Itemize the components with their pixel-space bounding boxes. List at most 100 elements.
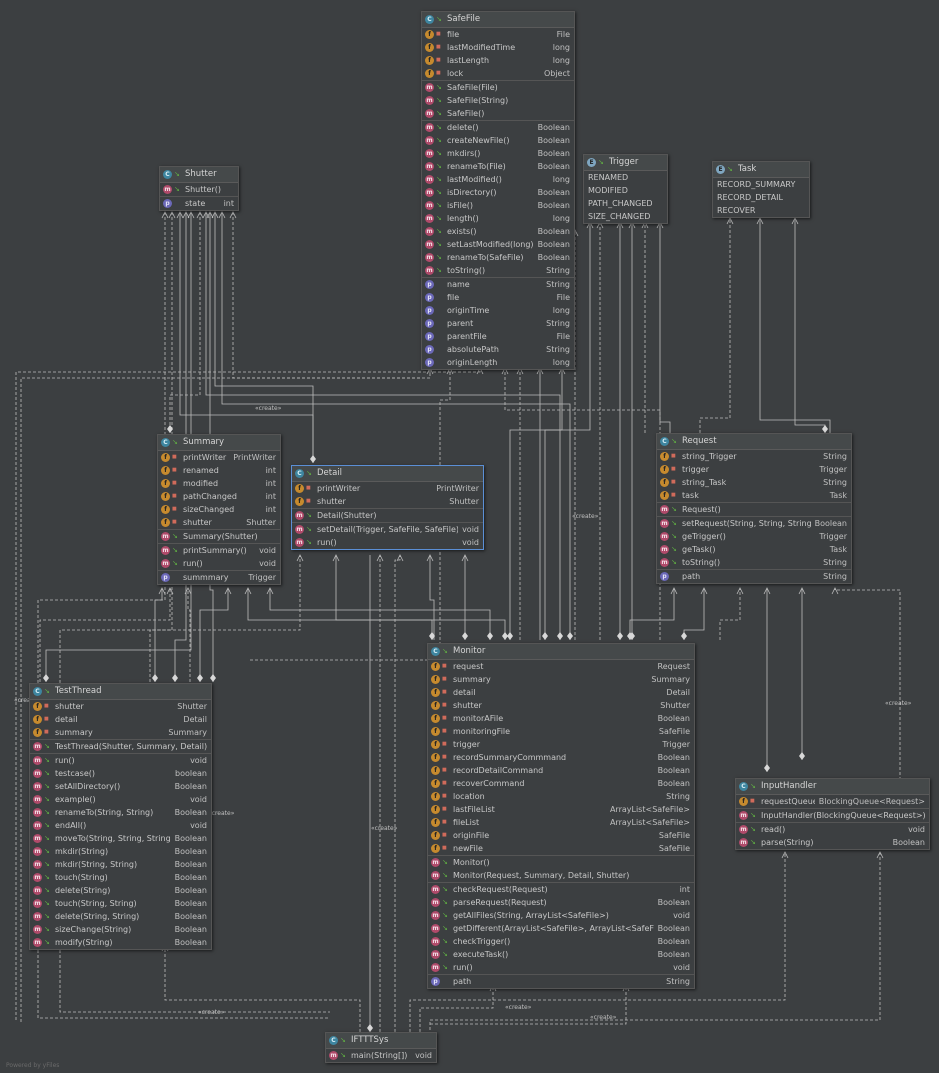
member-row[interactable]: f ■ monitoringFile SafeFile xyxy=(428,725,694,738)
member-row[interactable]: p parent String xyxy=(422,317,574,330)
member-row[interactable]: f ■ lastFileList ArrayList<SafeFile> xyxy=(428,803,694,816)
enum-value[interactable]: RECOVER xyxy=(713,204,809,217)
enum-value[interactable]: PATH_CHANGED xyxy=(584,197,667,210)
member-row[interactable]: m ↘ SafeFile(File) xyxy=(422,81,574,94)
member-row[interactable]: m ↘ toString() String xyxy=(422,264,574,277)
member-row[interactable]: f ■ file File xyxy=(422,28,574,41)
class-header[interactable]: C ↘ InputHandler xyxy=(736,779,929,795)
member-row[interactable]: f ■ trigger Trigger xyxy=(657,463,851,476)
member-row[interactable]: f ■ detail Detail xyxy=(428,686,694,699)
member-row[interactable]: m ↘ parse(String) Boolean xyxy=(736,836,929,849)
class-header[interactable]: E ↘ Task xyxy=(713,162,809,178)
member-row[interactable]: f ■ recordDetailCommand Boolean xyxy=(428,764,694,777)
class-detail[interactable]: C ↘ Detail f ■ printWriter PrintWriter f ■ shutte… xyxy=(291,465,484,550)
member-row[interactable]: f ■ sizeChanged int xyxy=(158,503,280,516)
member-row[interactable]: f ■ shutter Shutter xyxy=(30,700,211,713)
class-header[interactable]: C ↘ TestThread xyxy=(30,684,211,700)
enum-value[interactable]: RECORD_DETAIL xyxy=(713,191,809,204)
class-header[interactable]: C ↘ SafeFile xyxy=(422,12,574,28)
member-row[interactable]: m ↘ renameTo(File) Boolean xyxy=(422,160,574,173)
class-testthread[interactable]: C ↘ TestThread f ■ shutter Shutter f ■ detail Deta… xyxy=(29,683,212,950)
member-row[interactable]: f ■ modified int xyxy=(158,477,280,490)
member-row[interactable]: m ↘ Monitor() xyxy=(428,856,694,869)
member-row[interactable]: f ■ request Request xyxy=(428,660,694,673)
member-row[interactable]: p state int xyxy=(160,197,238,210)
member-row[interactable]: m ↘ length() long xyxy=(422,212,574,225)
member-row[interactable]: f ■ shutter Shutter xyxy=(292,495,483,508)
member-row[interactable]: f ■ recoverCommand Boolean xyxy=(428,777,694,790)
member-row[interactable]: m ↘ testcase() boolean xyxy=(30,767,211,780)
member-row[interactable]: m ↘ lastModified() long xyxy=(422,173,574,186)
enum-value[interactable]: RENAMED xyxy=(584,171,667,184)
member-row[interactable]: m ↘ sizeChange(String) Boolean xyxy=(30,923,211,936)
member-row[interactable]: f ■ printWriter PrintWriter xyxy=(292,482,483,495)
member-row[interactable]: f ■ string_Task String xyxy=(657,476,851,489)
member-row[interactable]: f ■ pathChanged int xyxy=(158,490,280,503)
member-row[interactable]: f ■ printWriter PrintWriter xyxy=(158,451,280,464)
member-row[interactable]: m ↘ InputHandler(BlockingQueue<Request>) xyxy=(736,809,929,822)
class-header[interactable]: C ↘ Request xyxy=(657,434,851,450)
member-row[interactable]: m ↘ delete() Boolean xyxy=(422,121,574,134)
member-row[interactable]: m ↘ Request() xyxy=(657,503,851,516)
member-row[interactable]: m ↘ example() void xyxy=(30,793,211,806)
class-header[interactable]: C ↘ Monitor xyxy=(428,644,694,660)
member-row[interactable]: m ↘ parseRequest(Request) Boolean xyxy=(428,896,694,909)
member-row[interactable]: m ↘ run() void xyxy=(428,961,694,974)
member-row[interactable]: m ↘ printSummary() void xyxy=(158,544,280,557)
member-row[interactable]: f ■ string_Trigger String xyxy=(657,450,851,463)
member-row[interactable]: m ↘ modify(String) Boolean xyxy=(30,936,211,949)
member-row[interactable]: f ■ lastModifiedTime long xyxy=(422,41,574,54)
member-row[interactable]: f ■ shutter Shutter xyxy=(158,516,280,529)
member-row[interactable]: m ↘ checkTrigger() Boolean xyxy=(428,935,694,948)
member-row[interactable]: p originLength long xyxy=(422,356,574,369)
class-header[interactable]: C ↘ Summary xyxy=(158,435,280,451)
member-row[interactable]: m ↘ toString() String xyxy=(657,556,851,569)
class-iftttsys[interactable]: C ↘ IFTTTSys m ↘ main(String[]) void xyxy=(325,1032,437,1063)
member-row[interactable]: m ↘ getDifferent(ArrayList<SafeFile>, Arra… xyxy=(428,922,694,935)
class-header[interactable]: C ↘ Shutter xyxy=(160,167,238,183)
member-row[interactable]: m ↘ endAll() void xyxy=(30,819,211,832)
enum-value[interactable]: MODIFIED xyxy=(584,184,667,197)
enum-value[interactable]: SIZE_CHANGED xyxy=(584,210,667,223)
member-row[interactable]: m ↘ executeTask() Boolean xyxy=(428,948,694,961)
member-row[interactable]: p parentFile File xyxy=(422,330,574,343)
member-row[interactable]: p file File xyxy=(422,291,574,304)
member-row[interactable]: f ■ detail Detail xyxy=(30,713,211,726)
member-row[interactable]: m ↘ Summary(Shutter) xyxy=(158,530,280,543)
class-header[interactable]: C ↘ IFTTTSys xyxy=(326,1033,436,1049)
enum-value[interactable]: RECORD_SUMMARY xyxy=(713,178,809,191)
member-row[interactable]: p summmary Trigger xyxy=(158,571,280,584)
member-row[interactable]: m ↘ exists() Boolean xyxy=(422,225,574,238)
member-row[interactable]: f ■ lastLength long xyxy=(422,54,574,67)
member-row[interactable]: m ↘ run() void xyxy=(158,557,280,570)
member-row[interactable]: m ↘ setLastModified(long) Boolean xyxy=(422,238,574,251)
member-row[interactable]: f ■ task Task xyxy=(657,489,851,502)
member-row[interactable]: m ↘ renameTo(SafeFile) Boolean xyxy=(422,251,574,264)
member-row[interactable]: m ↘ mkdir(String) Boolean xyxy=(30,845,211,858)
member-row[interactable]: p path String xyxy=(657,570,851,583)
member-row[interactable]: f ■ newFile SafeFile xyxy=(428,842,694,855)
member-row[interactable]: f ■ shutter Shutter xyxy=(428,699,694,712)
member-row[interactable]: m ↘ createNewFile() Boolean xyxy=(422,134,574,147)
member-row[interactable]: f ■ location String xyxy=(428,790,694,803)
member-row[interactable]: p originTime long xyxy=(422,304,574,317)
member-row[interactable]: f ■ requestQueue BlockingQueue<Request> xyxy=(736,795,929,808)
class-safefile[interactable]: C ↘ SafeFile f ■ file File f ■ lastModifiedTime lo… xyxy=(421,11,575,370)
class-task[interactable]: E ↘ Task RECORD_SUMMARY RECORD_DETAIL RECOVER xyxy=(712,161,810,218)
member-row[interactable]: m ↘ setDetail(Trigger, SafeFile, SafeFile)… xyxy=(292,523,483,536)
member-row[interactable]: m ↘ Monitor(Request, Summary, Detail, Shut… xyxy=(428,869,694,882)
member-row[interactable]: m ↘ geTask() Task xyxy=(657,543,851,556)
class-summary[interactable]: C ↘ Summary f ■ printWriter PrintWriter f ■ renam… xyxy=(157,434,281,585)
member-row[interactable]: m ↘ run() void xyxy=(30,754,211,767)
member-row[interactable]: f ■ monitorAFile Boolean xyxy=(428,712,694,725)
member-row[interactable]: m ↘ getAllFiles(String, ArrayList<SafeFile… xyxy=(428,909,694,922)
member-row[interactable]: m ↘ setAllDirectory() Boolean xyxy=(30,780,211,793)
class-monitor[interactable]: C ↘ Monitor f ■ request Request f ■ summary Summar… xyxy=(427,643,695,989)
member-row[interactable]: m ↘ isDirectory() Boolean xyxy=(422,186,574,199)
member-row[interactable]: m ↘ touch(String, String) Boolean xyxy=(30,897,211,910)
member-row[interactable]: m ↘ mkdir(String, String) Boolean xyxy=(30,858,211,871)
member-row[interactable]: m ↘ run() void xyxy=(292,536,483,549)
class-trigger[interactable]: E ↘ Trigger RENAMED MODIFIED PATH_CHANGED SIZE… xyxy=(583,154,668,224)
member-row[interactable]: m ↘ delete(String) Boolean xyxy=(30,884,211,897)
member-row[interactable]: f ■ summary Summary xyxy=(428,673,694,686)
